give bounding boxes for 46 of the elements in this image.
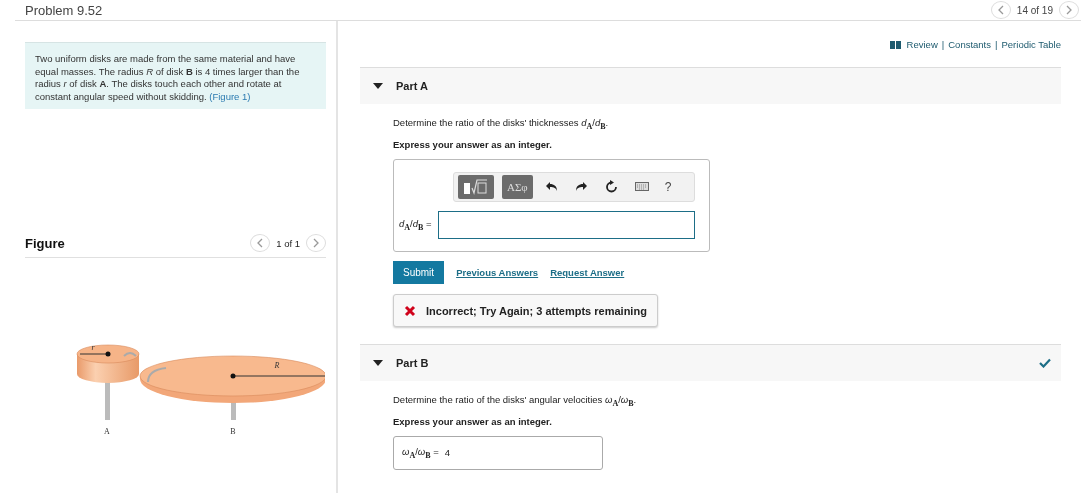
part-header[interactable]: Part A [360, 67, 1061, 104]
figure-label: B [230, 427, 236, 436]
problem-text: Two uniform disks are made from the same material and have equal masses. The radius R of disk B is 4 times larger than the radius r of disk A. The disks touch each other and rotate at constant angular speed without skidding. (Figure 1) [35, 53, 301, 103]
submit-button[interactable]: Submit [393, 260, 445, 284]
templates-icon [463, 178, 489, 195]
header-link[interactable]: Review [906, 38, 938, 50]
instruction-text: Express your answer as an integer. [393, 138, 553, 150]
chevron-right-icon [312, 238, 320, 248]
header-link[interactable]: Periodic Table [1001, 38, 1061, 50]
part-title: Part A [396, 80, 429, 92]
chevron-left-icon [996, 5, 1005, 15]
caret-icon [373, 83, 383, 89]
answer-link[interactable]: Request Answer [550, 266, 625, 278]
caret-icon [373, 359, 383, 366]
help-button[interactable]: ? [660, 179, 676, 194]
part-header[interactable]: Part B [360, 343, 1061, 381]
instruction-text: Express your answer as an integer. [393, 415, 553, 427]
part-title: Part B [396, 356, 430, 369]
problem-title: Problem 9.52 [24, 2, 103, 18]
feedback-text: Incorrect; Try Again; 3 attempts remaining [426, 304, 647, 317]
page-counter: 14 of 19 [1016, 4, 1053, 16]
answer-label: d$_{A}$/d$_{B}$ = [399, 217, 432, 232]
chevron-left-icon [256, 238, 265, 248]
greek-button[interactable]: ΑΣφ [502, 174, 533, 199]
reset-icon [604, 180, 619, 194]
answer-label: ω$_{A}$/ω$_{B}$ = [402, 445, 439, 460]
figure-label: r [91, 343, 95, 352]
figure-link[interactable]: (Figure 1) [209, 90, 251, 102]
answer-value: 4 [444, 447, 451, 459]
keyboard-icon [634, 180, 649, 194]
book-icon [889, 39, 901, 49]
question-text: Determine the ratio of the disks' thicknesses d$_{A}$/d$_{B}$. [393, 117, 610, 131]
figure-label: R [274, 361, 280, 370]
chevron-right-icon [1065, 5, 1073, 15]
figure-label: A [104, 427, 110, 436]
question-text: Determine the ratio of the disks' angular velocities ω$_{A}$/ω$_{B}$. [393, 393, 638, 408]
answer-input[interactable] [437, 210, 695, 239]
answer-link[interactable]: Previous Answers [456, 266, 539, 278]
link-separator: | [941, 38, 945, 50]
templates-button[interactable] [458, 174, 494, 199]
checkmark-icon [1039, 357, 1051, 368]
figure-title: Figure [25, 235, 65, 251]
link-separator: | [995, 38, 998, 50]
header-link[interactable]: Constants [948, 38, 991, 50]
cross-icon [404, 304, 416, 317]
figure-counter: 1 of 1 [276, 237, 300, 249]
